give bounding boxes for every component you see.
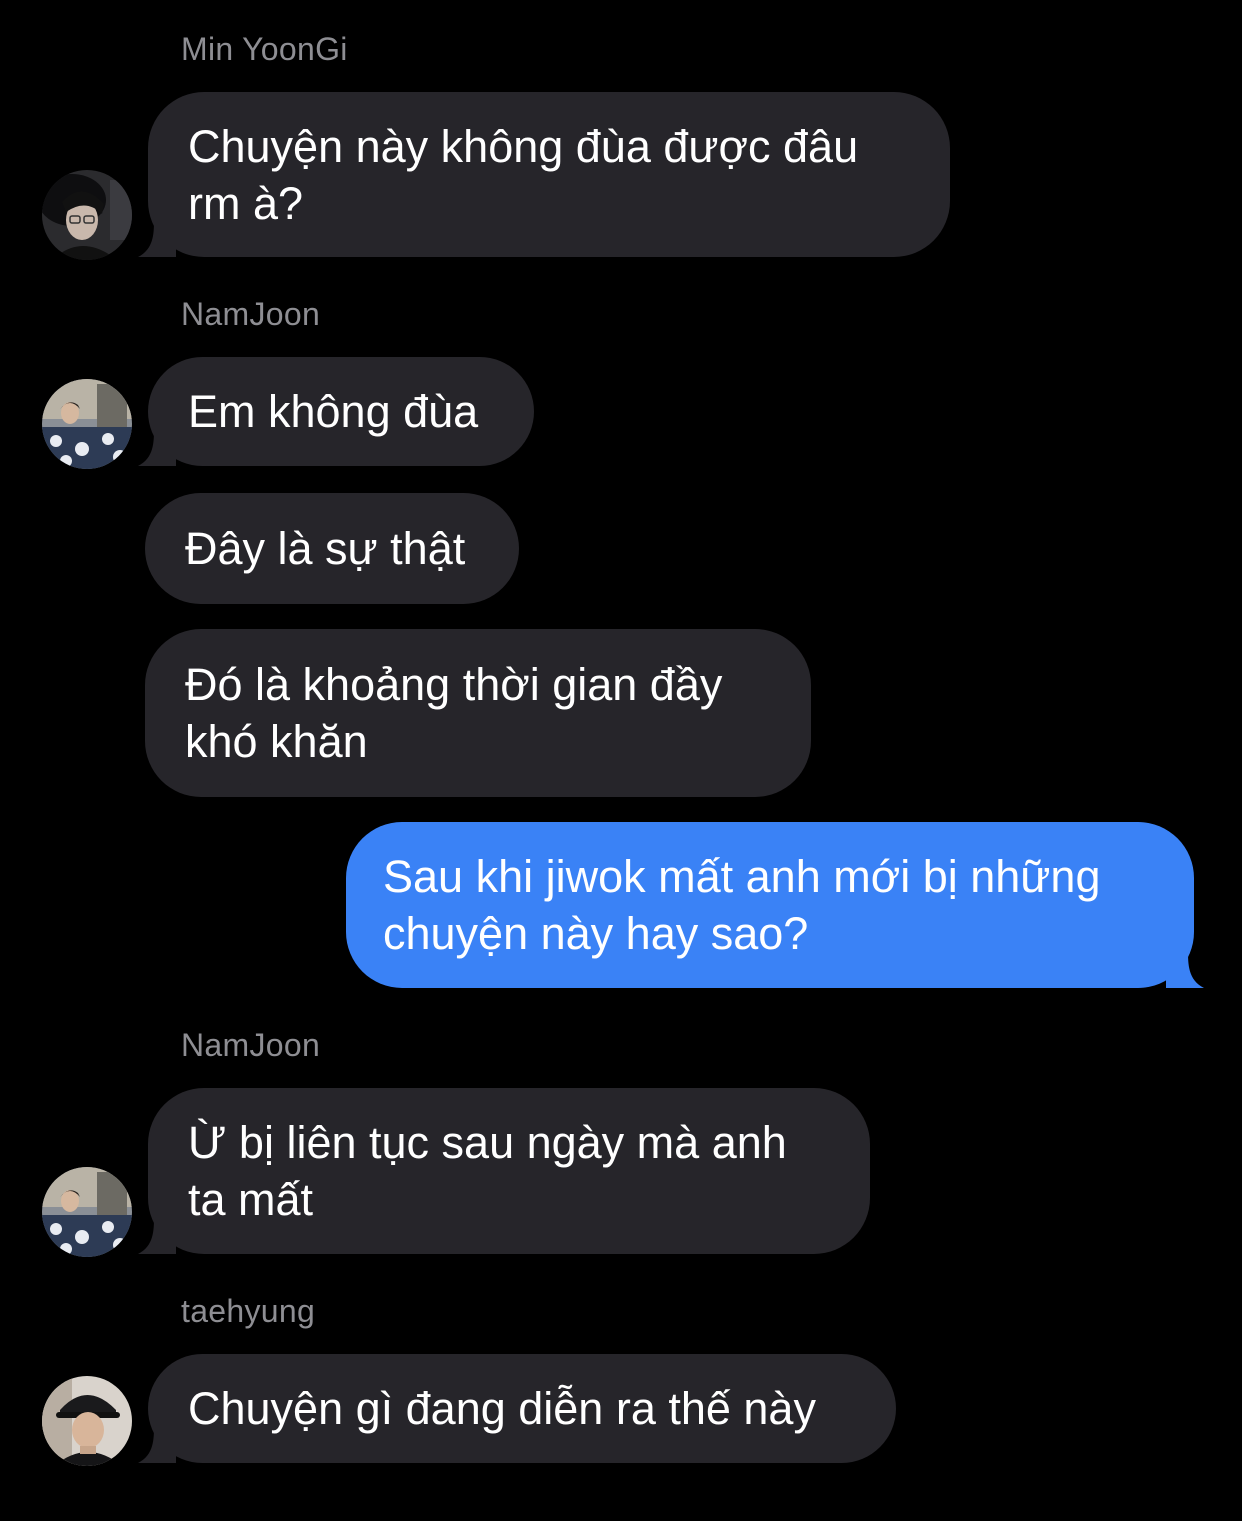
message-text: Chuyện này không đùa được đâu rm à? (188, 120, 859, 229)
message-text: Ừ bị liên tục sau ngày mà anh ta mất (188, 1117, 787, 1225)
message-text: Sau khi jiwok mất anh mới bị những chuyệ… (383, 851, 1101, 959)
bubble-tail (138, 219, 176, 257)
message-text: Đây là sự thật (185, 523, 466, 574)
message-bubble-outgoing[interactable]: Sau khi jiwok mất anh mới bị những chuyệ… (346, 822, 1194, 988)
namjoon-avatar[interactable] (42, 379, 132, 469)
bubble-tail (1166, 950, 1204, 988)
message-bubble-incoming[interactable]: Đây là sự thật (145, 493, 519, 604)
message-bubble-incoming[interactable]: Chuyện này không đùa được đâu rm à? (148, 92, 950, 257)
sender-name-taehyung: taehyung (181, 1293, 316, 1329)
message-bubble-incoming[interactable]: Ừ bị liên tục sau ngày mà anh ta mất (148, 1088, 870, 1254)
sender-name-min-yoongi: Min YoonGi (181, 31, 348, 67)
namjoon-avatar[interactable] (42, 1167, 132, 1257)
sender-name-namjoon: NamJoon (181, 296, 321, 332)
message-bubble-incoming[interactable]: Em không đùa (148, 357, 534, 466)
bubble-tail (138, 1216, 176, 1254)
bubble-tail (138, 1425, 176, 1463)
bubble-tail (138, 428, 176, 466)
yoongi-avatar[interactable] (42, 170, 132, 260)
message-bubble-incoming[interactable]: Chuyện gì đang diễn ra thế này (148, 1354, 896, 1463)
message-bubble-incoming[interactable]: Đó là khoảng thời gian đầy khó khăn (145, 629, 811, 797)
message-text: Em không đùa (188, 386, 479, 437)
sender-name-namjoon: NamJoon (181, 1027, 321, 1063)
message-text: Chuyện gì đang diễn ra thế này (188, 1383, 816, 1434)
taehyung-avatar[interactable] (42, 1376, 132, 1466)
message-text: Đó là khoảng thời gian đầy khó khăn (185, 659, 723, 767)
